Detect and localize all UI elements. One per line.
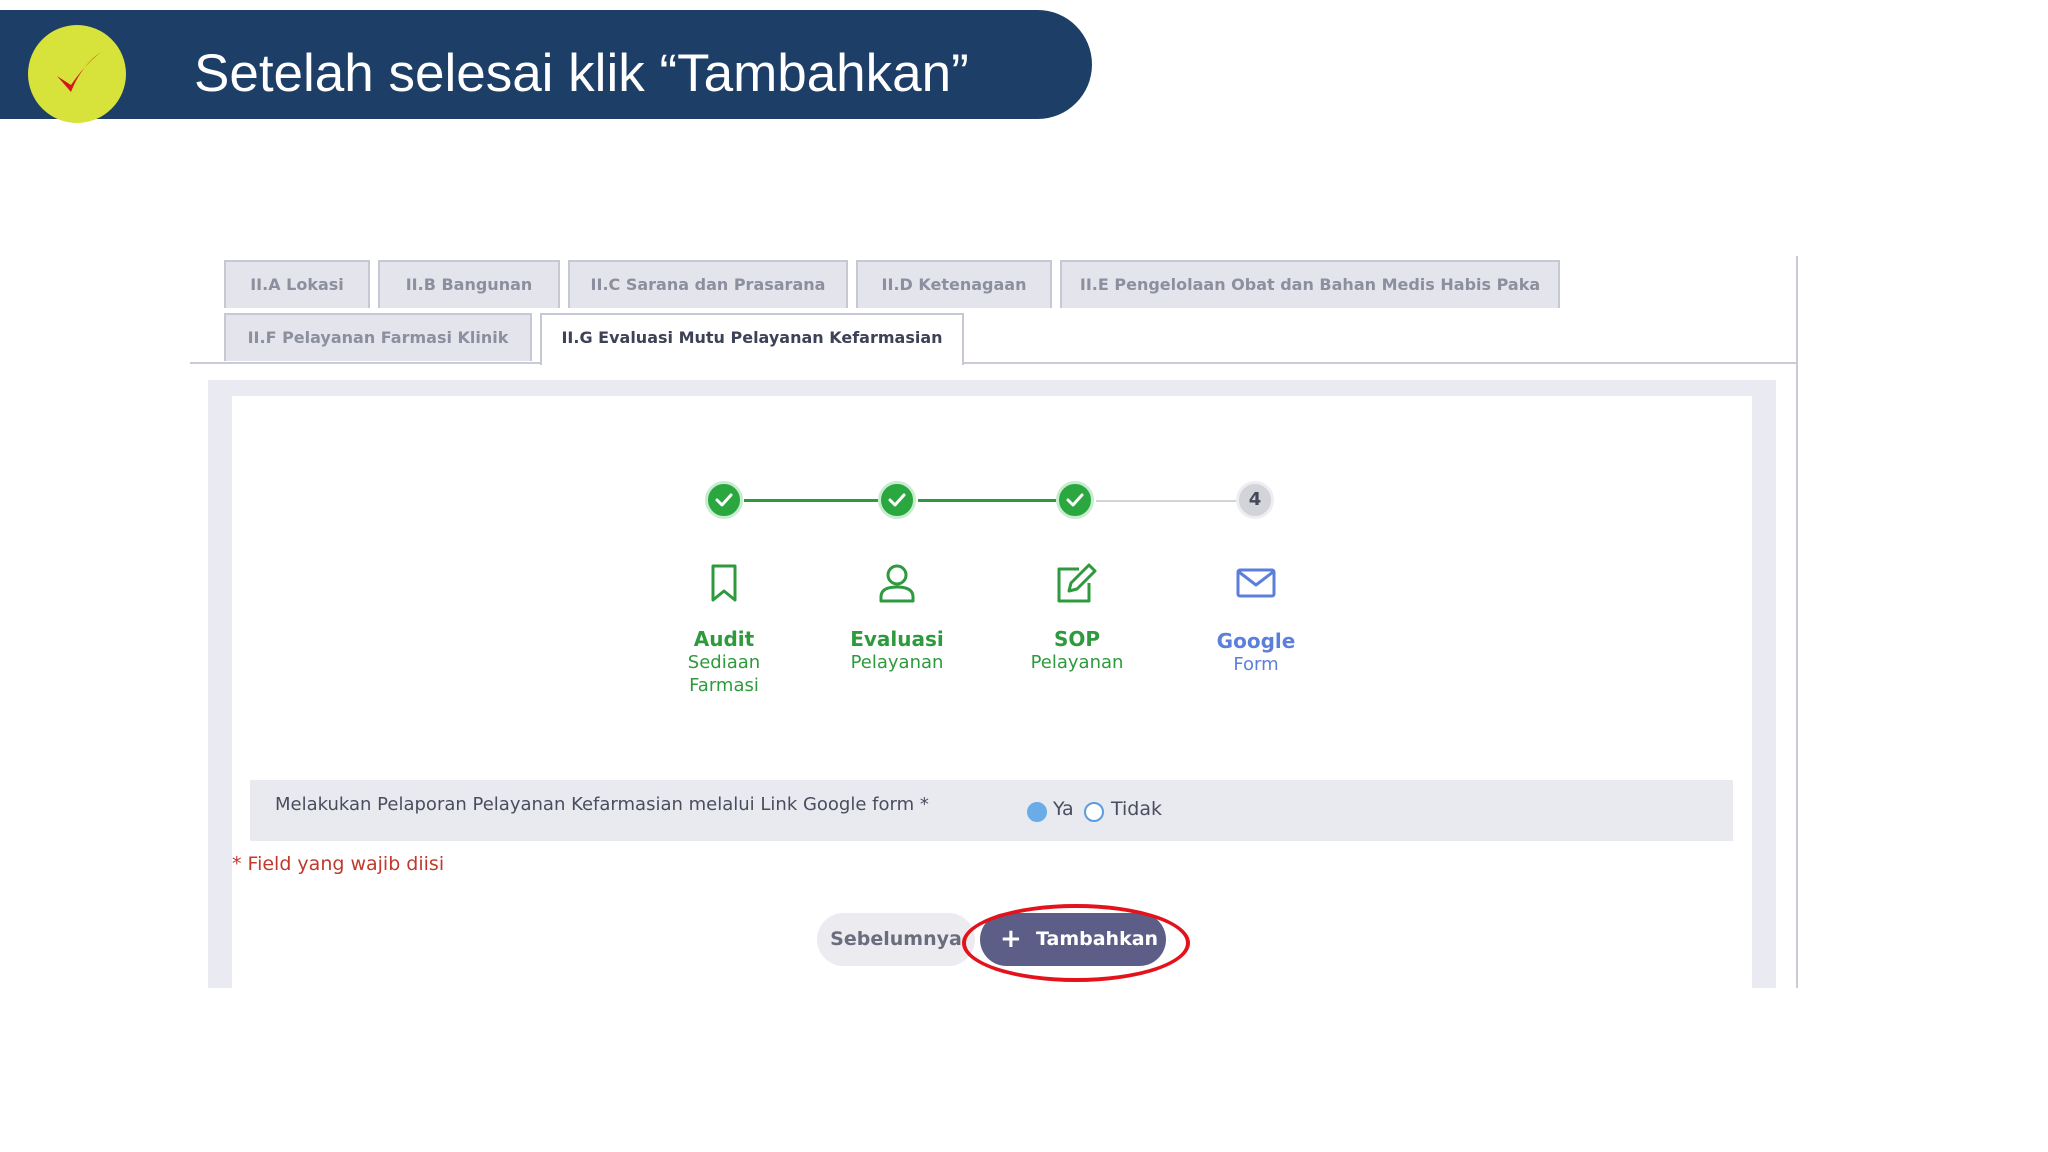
step-1-subtitle: Farmasi (689, 675, 759, 696)
step-4-title: Google (1216, 629, 1296, 653)
checkmark-icon (715, 493, 733, 507)
edit-icon (1057, 563, 1097, 603)
checkmark-icon (888, 493, 906, 507)
check-badge (28, 25, 126, 123)
step-3-complete (1056, 481, 1094, 519)
checkmark-icon (1066, 493, 1084, 507)
tab-evaluasi-mutu[interactable]: II.G Evaluasi Mutu Pelayanan Kefarmasian (540, 313, 964, 365)
radio-tidak-label[interactable]: Tidak (1111, 798, 1162, 820)
tab-farmasi-klinik[interactable]: II.F Pelayanan Farmasi Klinik (224, 313, 532, 361)
mail-icon (1236, 568, 1276, 598)
step-3-subtitle: Pelayanan (1030, 652, 1124, 673)
google-form-question: Melakukan Pelaporan Pelayanan Kefarmasia… (250, 780, 1733, 841)
step-3-title: SOP (1053, 627, 1101, 651)
form-card (232, 396, 1752, 988)
step-connector (1096, 500, 1236, 502)
radio-ya[interactable] (1027, 802, 1047, 822)
tab-lokasi[interactable]: II.A Lokasi (224, 260, 370, 308)
required-field-note: * Field yang wajib diisi (232, 853, 445, 875)
tab-bangunan[interactable]: II.B Bangunan (378, 260, 560, 308)
tab-pengelolaan-obat[interactable]: II.E Pengelolaan Obat dan Bahan Medis Ha… (1060, 260, 1560, 308)
user-icon (879, 564, 915, 603)
step-4-number: 4 (1236, 481, 1274, 519)
tabs-divider (190, 362, 1798, 364)
step-2-title: Evaluasi (850, 627, 944, 651)
step-1-subtitle: Sediaan (687, 652, 761, 673)
step-1-complete (705, 481, 743, 519)
frame-border (1796, 256, 1798, 988)
check-icon (57, 52, 101, 92)
tab-sarana-prasarana[interactable]: II.C Sarana dan Prasarana (568, 260, 848, 308)
slide-title: Setelah selesai klik “Tambahkan” (194, 44, 969, 103)
bookmark-icon (711, 564, 737, 602)
radio-tidak[interactable] (1084, 802, 1104, 822)
previous-button[interactable]: Sebelumnya (817, 913, 975, 966)
step-2-subtitle: Pelayanan (850, 652, 944, 673)
tab-ketenagaan[interactable]: II.D Ketenagaan (856, 260, 1052, 308)
slide-banner: Setelah selesai klik “Tambahkan” (0, 10, 1092, 123)
step-1-title: Audit (693, 627, 755, 651)
step-4-subtitle: Form (1233, 654, 1279, 675)
question-label: Melakukan Pelaporan Pelayanan Kefarmasia… (275, 794, 929, 815)
step-connector (744, 499, 878, 502)
step-2-complete (878, 481, 916, 519)
step-connector (918, 499, 1056, 502)
highlight-circle (962, 904, 1190, 982)
radio-ya-label[interactable]: Ya (1053, 798, 1074, 820)
